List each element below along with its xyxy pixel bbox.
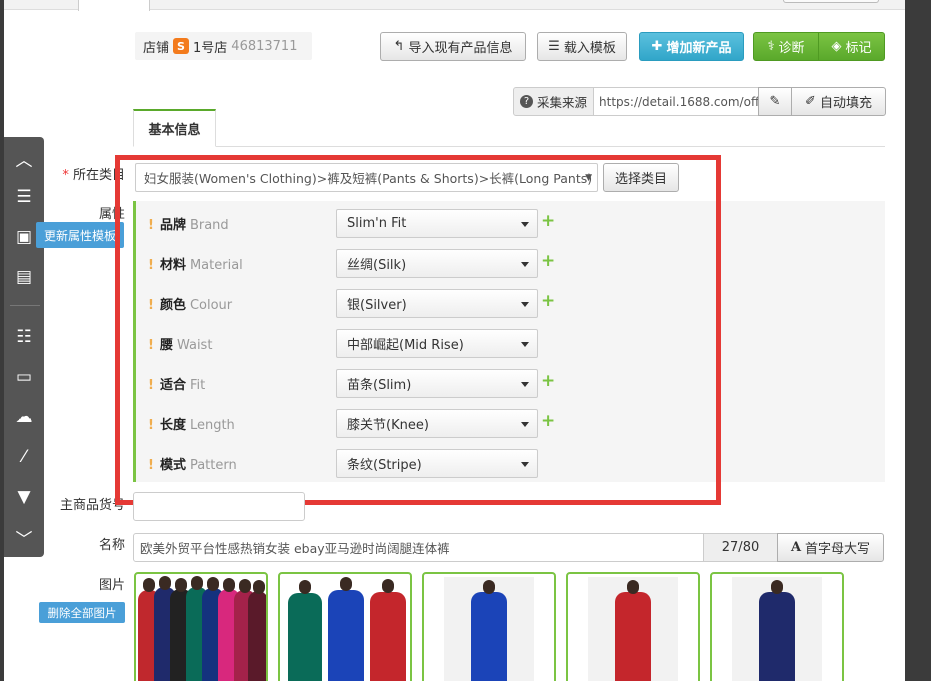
add-product-label: 增加新产品 bbox=[666, 41, 732, 56]
name-char-counter: 27/80 bbox=[703, 533, 778, 562]
shop-s-icon: S bbox=[173, 38, 190, 54]
edit-icon: ✎ bbox=[769, 94, 781, 109]
shop-id: 46813711 bbox=[231, 38, 298, 54]
top-tab[interactable] bbox=[78, 0, 150, 11]
product-image-thumb[interactable] bbox=[134, 572, 268, 681]
stethoscope-icon: ⚕ bbox=[767, 39, 775, 54]
autofill-button[interactable]: ✐ 自动填充 bbox=[791, 87, 886, 116]
delete-all-images-button[interactable]: 删除全部图片 bbox=[39, 602, 125, 623]
import-product-button[interactable]: ↰ 导入现有产品信息 bbox=[380, 32, 526, 61]
top-button-edge[interactable] bbox=[783, 0, 879, 3]
add-product-button[interactable]: ✚ 增加新产品 bbox=[639, 32, 744, 61]
cloud-upload-icon[interactable]: ☁ bbox=[4, 402, 44, 432]
source-url-group: ? 采集来源 https://detail.1688.com/offer/ bbox=[513, 87, 761, 116]
chevron-down-icon[interactable]: ﹀ bbox=[4, 522, 44, 552]
magic-wand-icon: ✐ bbox=[805, 94, 816, 109]
edit-source-button[interactable]: ✎ bbox=[758, 87, 792, 116]
capitalize-label: 首字母大写 bbox=[805, 542, 871, 557]
diagnose-label: 诊断 bbox=[778, 41, 805, 56]
mark-label: 标记 bbox=[845, 41, 872, 56]
load-template-button[interactable]: ☰ 载入模板 bbox=[537, 32, 627, 61]
tag-icon: ◈ bbox=[831, 39, 842, 54]
list-icon: ☰ bbox=[548, 39, 560, 54]
sku-label: 主商品货号 bbox=[59, 498, 125, 513]
capitalize-button[interactable]: A 首字母大写 bbox=[777, 533, 884, 562]
tab-basic-info[interactable]: 基本信息 bbox=[133, 109, 216, 147]
diagnose-button[interactable]: ⚕ 诊断 bbox=[753, 32, 819, 61]
source-label: 采集来源 bbox=[537, 95, 588, 110]
product-image-thumb[interactable] bbox=[710, 572, 844, 681]
load-template-label: 载入模板 bbox=[563, 41, 616, 56]
tab-line bbox=[133, 146, 885, 147]
window-frame-right bbox=[905, 0, 931, 681]
list-alt-icon[interactable]: ☷ bbox=[4, 322, 44, 352]
shop-info: 店铺 S 1号店 46813711 bbox=[135, 32, 312, 60]
list-icon[interactable]: ☰ bbox=[4, 182, 44, 212]
shop-label: 店铺 bbox=[143, 40, 170, 56]
product-image-thumb[interactable] bbox=[566, 572, 700, 681]
sku-input[interactable] bbox=[133, 492, 305, 521]
mark-button[interactable]: ◈ 标记 bbox=[818, 32, 885, 61]
images-label: 图片 bbox=[98, 578, 125, 593]
plus-icon: ✚ bbox=[651, 39, 663, 54]
font-icon: A bbox=[790, 540, 802, 555]
autofill-label: 自动填充 bbox=[819, 96, 872, 111]
product-image-thumb[interactable] bbox=[422, 572, 556, 681]
shop-name: 1号店 bbox=[193, 40, 228, 56]
sidebar-divider bbox=[10, 305, 40, 306]
import-product-label: 导入现有产品信息 bbox=[408, 41, 513, 56]
name-label: 名称 bbox=[98, 538, 125, 553]
reply-arrow-icon: ↰ bbox=[393, 39, 405, 54]
product-image-thumb[interactable] bbox=[278, 572, 412, 681]
magic-wand-icon[interactable]: ⁄ bbox=[4, 442, 44, 472]
product-name-input[interactable]: 欧美外贸平台性感热销女装 ebay亚马逊时尚阔腿连体裤 bbox=[133, 533, 704, 562]
update-template-button[interactable]: 更新属性模板 bbox=[36, 222, 124, 248]
source-addon: ? 采集来源 bbox=[513, 87, 595, 116]
money-icon[interactable]: ▤ bbox=[4, 262, 44, 292]
question-icon: ? bbox=[520, 95, 533, 108]
filter-icon[interactable]: ▼ bbox=[4, 482, 44, 512]
source-url-input[interactable]: https://detail.1688.com/offer/ bbox=[594, 87, 761, 116]
floating-sidebar: ︿ ☰ ▣ ▤ ☷ ▭ ☁ ⁄ ▼ ﹀ bbox=[4, 137, 44, 557]
highlight-box bbox=[115, 155, 721, 505]
save-icon[interactable]: ▭ bbox=[4, 362, 44, 392]
chevron-up-icon[interactable]: ︿ bbox=[4, 143, 44, 173]
